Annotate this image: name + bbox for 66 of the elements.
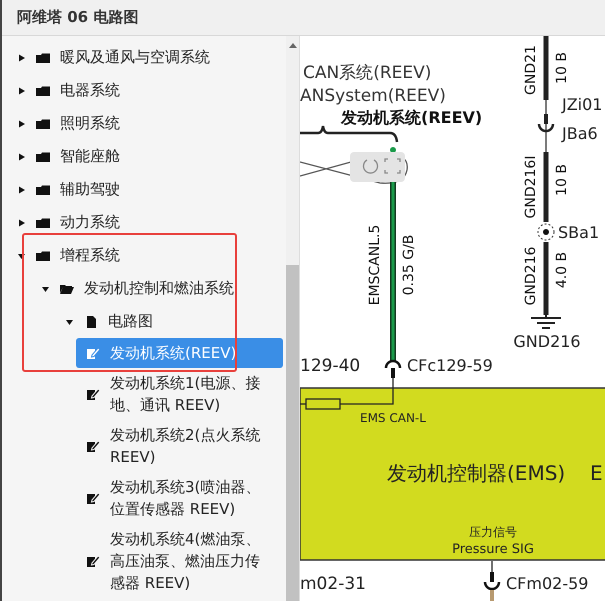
tree-item[interactable]: 发动机控制和燃油系统: [26, 272, 286, 305]
folder-icon: [36, 84, 50, 98]
folder-icon: [36, 116, 50, 130]
tree-item[interactable]: 发动机系统2(点火系统 REEV): [76, 420, 283, 472]
pin-label: CFm02-59: [506, 574, 588, 593]
signal-label: EMS CAN-L: [360, 411, 426, 425]
connector-symbol: [538, 100, 554, 152]
connector-symbol: [484, 561, 500, 601]
scrollbar[interactable]: [286, 36, 299, 601]
wire-label: 10 B: [554, 164, 570, 196]
folder-icon: [36, 216, 50, 230]
connector-label: JZi01: [562, 95, 602, 114]
scroll-thumb[interactable]: [286, 265, 299, 601]
tree-item[interactable]: 发动机系统3(喷油器、位置传感器 REEV): [76, 472, 283, 524]
signal-label: 压力信号: [469, 525, 517, 539]
pin-label: 129-40: [300, 356, 360, 376]
module-label: 发动机控制器(EMS): [387, 461, 566, 485]
file-icon: [84, 314, 98, 328]
folder-icon: [36, 248, 50, 262]
tree-item[interactable]: 发动机系统4(燃油泵、高压油泵、燃油压力传感器 REEV): [76, 524, 283, 598]
caption-text: ANSystem(REEV): [300, 86, 446, 106]
tree-item[interactable]: 智能座舱: [2, 140, 286, 173]
pin-label: CFc129-59: [407, 356, 493, 375]
splice-label: SBa1: [558, 223, 600, 242]
refresh-icon[interactable]: [362, 159, 378, 174]
document-edit-icon: [86, 346, 100, 360]
tree-item[interactable]: 动力系统: [2, 206, 286, 239]
tree-item[interactable]: 电器系统: [2, 74, 286, 107]
tree-item[interactable]: 照明系统: [2, 107, 286, 140]
tree-item[interactable]: 增程系统: [2, 239, 286, 272]
ground-icon: [531, 315, 561, 329]
diagram-toolbar: [350, 152, 405, 182]
caption-text: CAN系统(REEV): [303, 63, 432, 83]
wire-label: GND21: [523, 45, 539, 95]
wire-label: 4.0 B: [554, 252, 570, 288]
module-label: E: [590, 461, 603, 485]
wire-label: GND216: [523, 246, 539, 306]
wire: [544, 152, 548, 222]
connector-symbol: [384, 360, 402, 378]
connector-label: JBa6: [562, 124, 598, 143]
diagram-title: 发动机系统(REEV): [341, 108, 482, 127]
wire: [300, 403, 306, 405]
folder-icon: [36, 150, 50, 164]
document-edit-icon: [86, 387, 100, 401]
window-title: 阿维塔 06 电路图: [17, 8, 138, 27]
folder-icon: [36, 50, 50, 64]
pin-label: m02-31: [300, 574, 366, 594]
fullscreen-icon[interactable]: [384, 158, 401, 174]
folder-icon: [36, 182, 50, 196]
scroll-up-icon[interactable]: [288, 42, 296, 48]
wire-label: GND216I: [523, 156, 539, 218]
wire-label: EMSCANL.5: [367, 224, 383, 306]
wire-label: 0.35 G/B: [401, 234, 417, 296]
tree-item[interactable]: 电路图: [50, 305, 286, 338]
tree-item[interactable]: 暖风及通风与空调系统: [2, 41, 286, 74]
signal-label: Pressure SIG: [452, 542, 534, 557]
wire: [544, 36, 548, 100]
document-edit-icon: [86, 491, 100, 505]
document-edit-icon: [86, 554, 100, 568]
ground-label: GND216: [513, 332, 581, 351]
splice-icon: [538, 224, 554, 240]
document-edit-icon: [86, 439, 100, 453]
wire-label: 10 B: [554, 52, 570, 84]
resistor-icon: [305, 398, 341, 410]
tree-item[interactable]: 辅助驾驶: [2, 173, 286, 206]
tree-item[interactable]: 发动机系统1(电源、接地、通讯 REEV): [76, 368, 283, 420]
